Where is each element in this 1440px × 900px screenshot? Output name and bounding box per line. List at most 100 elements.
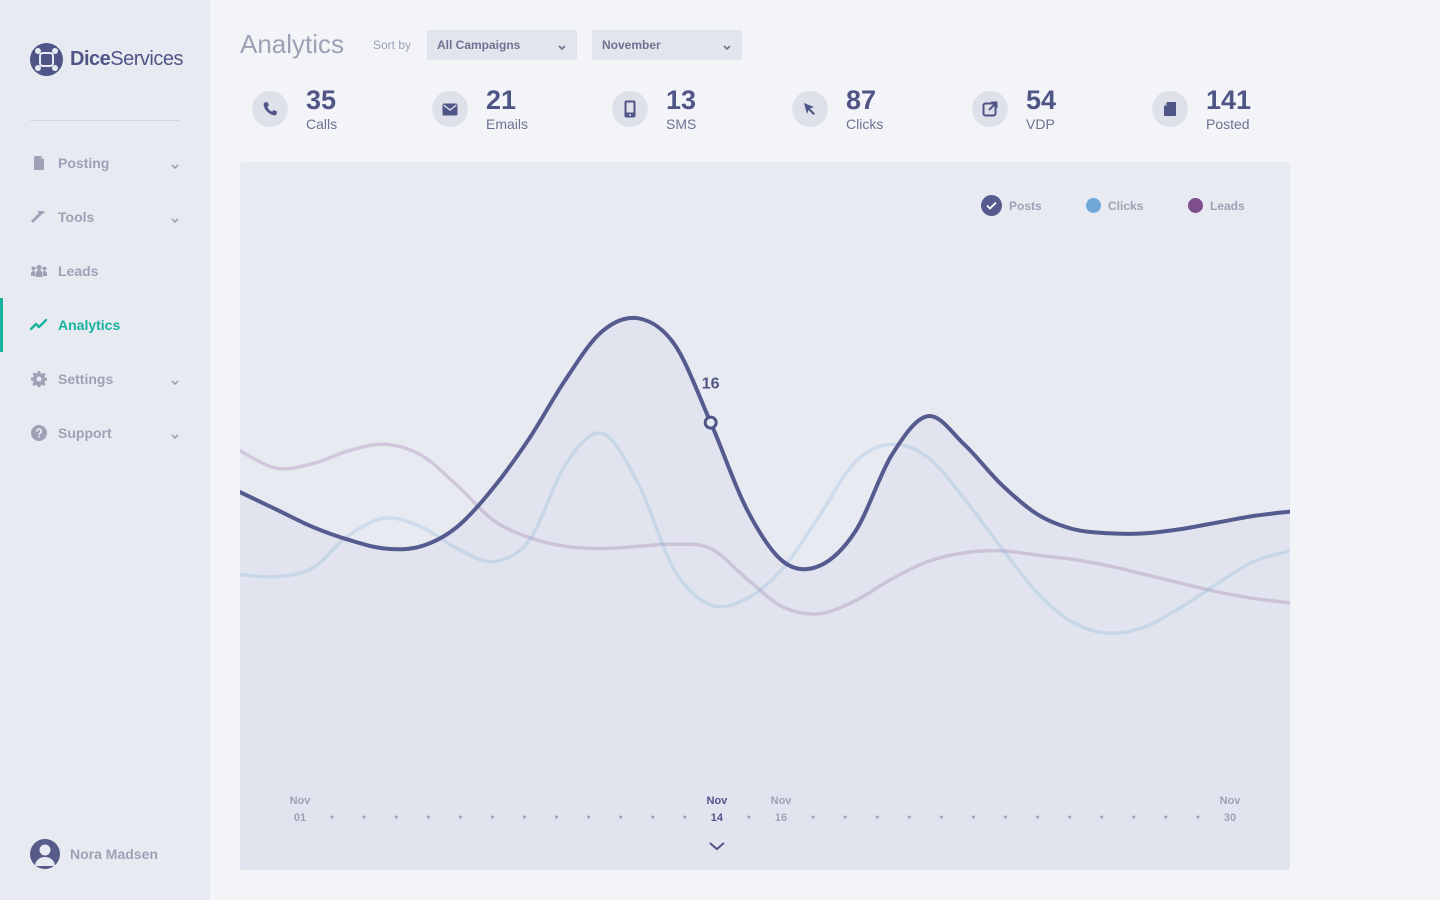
legend-label: Clicks [1108,198,1144,213]
stat-value: 21 [486,85,517,115]
x-tick-dot[interactable] [555,815,559,819]
legend-swatch [1188,198,1203,213]
x-tick-dot[interactable] [394,815,398,819]
line-chart[interactable]: 16 Nov 01 Nov 14 Nov 16 Nov 30 [240,162,1290,870]
x-tick-dot[interactable] [1100,815,1104,819]
x-tick-dot[interactable] [971,815,975,819]
sidebar: DiceServices Posting Tools Leads Analyti… [0,0,210,900]
chevron-down-icon [557,41,567,55]
x-tick-dot[interactable] [939,815,943,819]
stat-value: 13 [666,85,697,115]
x-tick-label[interactable]: 14 [711,812,724,824]
x-tick-label[interactable]: 30 [1224,812,1236,824]
x-tick-dot[interactable] [330,815,334,819]
x-tick-dot[interactable] [1196,815,1200,819]
x-tick-dot[interactable] [651,815,655,819]
chevron-down-icon [170,212,180,230]
x-tick-dot[interactable] [683,815,687,819]
month-select[interactable]: November [592,30,742,60]
x-tick-dot[interactable] [1164,815,1168,819]
x-tick-dot[interactable] [747,815,751,819]
sidebar-divider [30,120,180,121]
x-tick-label[interactable]: 01 [294,812,306,824]
selected-point-label: 16 [702,376,720,393]
stat-calls: 35 Calls [252,86,337,132]
sidebar-item-tools[interactable]: Tools [0,190,210,244]
legend-label: Posts [1009,198,1042,213]
sidebar-item-support[interactable]: Support [0,406,210,460]
month-select-value: November [602,38,661,52]
hammer-icon [30,208,48,226]
stat-label: Posted [1206,116,1250,132]
x-tick-dot[interactable] [1004,815,1008,819]
x-tick-dot[interactable] [522,815,526,819]
sidebar-item-analytics[interactable]: Analytics [0,298,210,352]
user-name: Nora Madsen [70,846,158,862]
x-tick-dot[interactable] [875,815,879,819]
x-tick-dot[interactable] [619,815,623,819]
chart-card: Posts Clicks Leads 16 Nov 01 Nov 14 Nov 16 Nov 3… [240,162,1290,870]
gear-icon [30,370,48,388]
x-tick-dot[interactable] [843,815,847,819]
x-tick-label[interactable]: Nov [290,795,312,807]
x-tick-dot[interactable] [811,815,815,819]
x-tick-label[interactable]: Nov [707,795,729,807]
document-icon [30,154,48,172]
active-indicator [0,298,3,352]
stat-value: 141 [1206,85,1252,115]
page-title: Analytics [240,29,345,59]
x-tick-dot[interactable] [490,815,494,819]
user-profile[interactable]: Nora Madsen [30,839,158,869]
stat-posted: 141 Posted [1152,86,1251,132]
stat-sms: 13 SMS [612,86,696,132]
stat-vdp: 54 VDP [972,86,1056,132]
x-tick-dot[interactable] [458,815,462,819]
x-tick-label[interactable]: Nov [771,795,793,807]
mobile-icon [612,91,648,127]
stat-label: VDP [1026,116,1055,132]
brand-logo[interactable]: DiceServices [30,43,183,76]
x-tick-dot[interactable] [1068,815,1072,819]
chevron-down-icon [170,374,180,392]
legend-item-leads[interactable]: Leads [1188,198,1245,213]
legend-item-posts[interactable]: Posts [981,195,1042,216]
sidebar-item-label: Support [58,425,112,441]
selected-point-marker[interactable] [703,415,718,430]
legend-label: Leads [1210,198,1245,213]
people-icon [30,262,48,280]
stat-emails: 21 Emails [432,86,528,132]
stat-label: Calls [306,116,338,132]
legend-item-clicks[interactable]: Clicks [1086,198,1143,213]
x-tick-dot[interactable] [426,815,430,819]
document-icon [1152,91,1188,127]
stat-value: 54 [1026,85,1057,115]
chevron-down-icon [170,158,180,176]
stat-value: 87 [846,85,877,115]
sidebar-item-posting[interactable]: Posting [0,136,210,190]
x-tick-dot[interactable] [587,815,591,819]
x-tick-dot[interactable] [1132,815,1136,819]
sidebar-item-settings[interactable]: Settings [0,352,210,406]
series-line-posts[interactable] [240,315,1290,572]
x-tick-label[interactable]: Nov [1220,795,1242,807]
stat-label: SMS [666,116,697,132]
cursor-icon [792,91,828,127]
campaign-select[interactable]: All Campaigns [427,30,577,60]
chevron-down-icon [170,428,180,446]
sidebar-item-label: Leads [58,263,99,279]
sidebar-nav: Posting Tools Leads Analytics Settings S… [0,136,210,460]
chevron-down-icon [722,41,732,55]
help-icon [30,424,48,442]
legend-swatch [1086,198,1101,213]
stat-value: 35 [306,85,337,115]
sidebar-item-label: Posting [58,155,110,171]
x-tick-dot[interactable] [1036,815,1040,819]
x-tick-dot[interactable] [907,815,911,819]
avatar [30,839,60,869]
brand-name: DiceServices [70,48,183,70]
x-tick-label[interactable]: 16 [775,812,787,824]
x-tick-dot[interactable] [362,815,366,819]
stat-clicks: 87 Clicks [792,86,883,132]
sidebar-item-leads[interactable]: Leads [0,244,210,298]
stat-label: Clicks [846,116,884,132]
